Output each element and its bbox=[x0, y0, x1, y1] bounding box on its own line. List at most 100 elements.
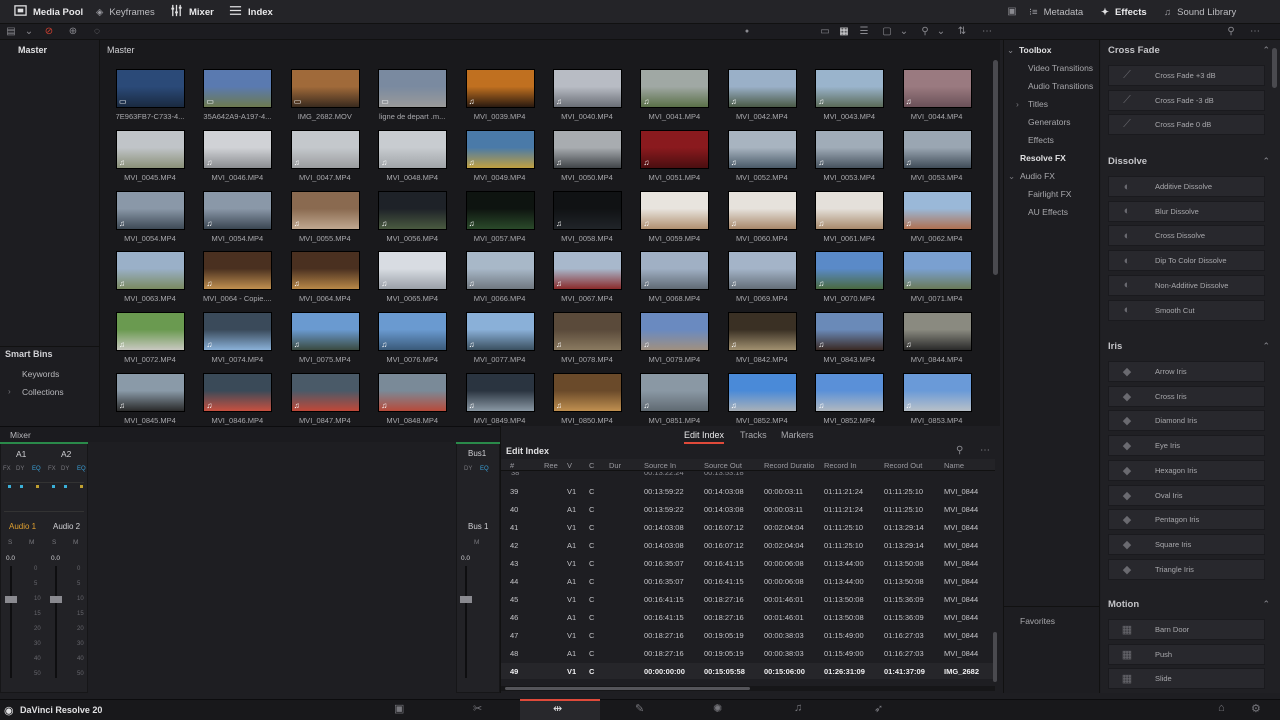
media-clip[interactable]: ♫ MVI_0039.MP4 bbox=[458, 69, 538, 127]
fx-section-header[interactable]: Cross Fade bbox=[1108, 45, 1160, 56]
fx-section-header[interactable]: Motion bbox=[1108, 599, 1139, 610]
sort-icon[interactable]: ⇅ bbox=[955, 25, 969, 39]
media-clip[interactable]: ♫ MVI_0849.MP4 bbox=[458, 373, 538, 431]
a2-fx-label[interactable]: FX bbox=[48, 466, 56, 472]
edit-index-more-icon[interactable]: ⋯ bbox=[980, 445, 990, 456]
media-clip[interactable]: ♫ MVI_0056.MP4 bbox=[370, 190, 450, 249]
media-clip[interactable]: ♫ MVI_0847.MP4 bbox=[283, 373, 363, 431]
list-view-icon[interactable]: ☰ bbox=[857, 25, 871, 39]
media-clip[interactable]: ♫ MVI_0070.MP4 bbox=[807, 251, 887, 309]
media-clip[interactable]: ♫ MVI_0064.MP4 bbox=[283, 251, 363, 309]
home-icon[interactable]: ⌂ bbox=[1218, 702, 1225, 714]
toolbox-chevron-icon[interactable]: ⌄ bbox=[1007, 45, 1014, 56]
media-clip[interactable]: ♫ MVI_0076.MP4 bbox=[370, 312, 450, 370]
page-media-icon[interactable]: ▣ bbox=[394, 702, 404, 715]
media-clip[interactable]: ♫ MVI_0065.MP4 bbox=[370, 251, 450, 309]
media-clip[interactable]: ♫ MVI_0055.MP4 bbox=[283, 190, 363, 249]
tab-markers[interactable]: Markers bbox=[781, 430, 814, 440]
collapse-chevron-icon[interactable]: ⌃ bbox=[1262, 599, 1270, 610]
edit-index-search-icon[interactable]: ⚲ bbox=[956, 445, 963, 456]
fx-item[interactable]: ◐ Cross Dissolve bbox=[1108, 225, 1265, 247]
column-header[interactable]: Record In bbox=[824, 461, 857, 470]
media-clip[interactable]: ▭ 7E963FB7-C733-4... bbox=[108, 69, 188, 127]
bus-mute-button[interactable]: M bbox=[474, 539, 479, 546]
column-header[interactable]: C bbox=[589, 461, 594, 470]
pan-controls[interactable] bbox=[4, 482, 84, 512]
column-header[interactable]: Record Duratio bbox=[764, 461, 814, 470]
filmstrip-view-icon[interactable]: ▭ bbox=[818, 25, 832, 39]
sound-library-button[interactable]: ♫ Sound Library bbox=[1164, 0, 1236, 24]
bus-fader-handle[interactable] bbox=[460, 596, 472, 603]
fx-item[interactable]: ▦ Barn Door bbox=[1108, 619, 1265, 640]
media-clip[interactable]: ♫ MVI_0053.MP4 bbox=[807, 129, 887, 188]
fx-item[interactable]: ▦ Slide bbox=[1108, 668, 1265, 690]
fx-section-header[interactable]: Dissolve bbox=[1108, 156, 1147, 167]
media-clip[interactable]: ♫ MVI_0045.MP4 bbox=[108, 129, 188, 188]
media-clip[interactable]: ▭ 35A642A9-A197-4... bbox=[195, 69, 275, 127]
sidebar-toggle-icon[interactable]: ▤ bbox=[4, 25, 18, 39]
media-clip[interactable]: ♫ MVI_0072.MP4 bbox=[108, 312, 188, 370]
media-clip[interactable]: ♫ MVI_0074.MP4 bbox=[195, 312, 275, 370]
fx-item[interactable]: ◐ Smooth Cut bbox=[1108, 299, 1265, 321]
media-clip[interactable]: ♫ MVI_0044.MP4 bbox=[895, 69, 975, 127]
page-deliver-icon[interactable]: ➶ bbox=[874, 702, 883, 715]
audio2-track-name[interactable]: Audio 2 bbox=[53, 522, 80, 531]
bus1-name[interactable]: Bus 1 bbox=[468, 522, 488, 531]
media-clip[interactable]: ♫ MVI_0078.MP4 bbox=[545, 312, 625, 370]
media-clip[interactable]: ♫ MVI_0050.MP4 bbox=[545, 129, 625, 188]
media-pool-button[interactable]: Media Pool bbox=[14, 0, 83, 24]
column-header[interactable]: Dur bbox=[609, 461, 621, 470]
fx-item[interactable]: ◆ Cross Iris bbox=[1108, 385, 1265, 407]
collections-bin[interactable]: Collections bbox=[22, 387, 64, 397]
fx-item[interactable]: ◆ Arrow Iris bbox=[1108, 361, 1265, 382]
media-clip[interactable]: ♫ MVI_0064 - Copie.... bbox=[195, 251, 275, 309]
fx-item[interactable]: ◆ Pentagon Iris bbox=[1108, 509, 1265, 531]
toolbox-audio-fx[interactable]: Audio FX bbox=[1020, 171, 1055, 181]
column-header[interactable]: Ree bbox=[544, 461, 558, 470]
toolbox-video-transitions[interactable]: Video Transitions bbox=[1028, 63, 1093, 73]
effects-button[interactable]: ✦ Effects bbox=[1101, 0, 1147, 24]
search-icon[interactable]: ⚲ bbox=[918, 25, 932, 39]
column-header[interactable]: Source In bbox=[644, 461, 676, 470]
collapse-chevron-icon[interactable]: ⌃ bbox=[1262, 156, 1270, 167]
media-clip[interactable]: ▭ IMG_2682.MOV bbox=[283, 69, 363, 127]
page-fairlight-icon[interactable]: ♫ bbox=[794, 702, 802, 714]
search-chevron-icon[interactable]: ⌄ bbox=[934, 25, 948, 39]
fx-item[interactable]: ◐ Non-Additive Dissolve bbox=[1108, 274, 1265, 296]
bus-eq-label[interactable]: EQ bbox=[480, 466, 489, 472]
link-icon[interactable]: ⊕ bbox=[66, 25, 80, 39]
toolbox-header[interactable]: Toolbox bbox=[1019, 45, 1051, 55]
media-pool-scrollbar[interactable] bbox=[993, 60, 998, 275]
media-clip[interactable]: ♫ MVI_0846.MP4 bbox=[195, 373, 275, 431]
media-clip[interactable]: ♫ MVI_0040.MP4 bbox=[545, 69, 625, 127]
column-header[interactable]: Source Out bbox=[704, 461, 742, 470]
view-chevron-icon[interactable]: ⌄ bbox=[897, 25, 911, 39]
media-clip[interactable]: ♫ MVI_0845.MP4 bbox=[108, 373, 188, 431]
column-header[interactable]: Name bbox=[944, 461, 964, 470]
page-edit-icon[interactable]: ⇹ bbox=[553, 702, 562, 715]
column-header[interactable]: # bbox=[510, 461, 514, 470]
media-clip[interactable]: ♫ MVI_0062.MP4 bbox=[895, 190, 975, 249]
media-clip[interactable]: ♫ MVI_0853.MP4 bbox=[895, 373, 975, 431]
fx-item[interactable]: ◐ Blur Dissolve bbox=[1108, 200, 1265, 222]
a1-eq-label[interactable]: EQ bbox=[32, 466, 41, 472]
media-clip[interactable]: ♫ MVI_0843.MP4 bbox=[807, 312, 887, 370]
titles-chevron-icon[interactable]: › bbox=[1016, 99, 1019, 109]
toolbox-resolve-fx[interactable]: Resolve FX bbox=[1020, 153, 1066, 163]
media-clip[interactable]: ♫ MVI_0046.MP4 bbox=[195, 129, 275, 188]
media-clip[interactable]: ♫ MVI_0844.MP4 bbox=[895, 312, 975, 370]
toolbox-fairlight-fx[interactable]: Fairlight FX bbox=[1028, 189, 1071, 199]
fx-section-header[interactable]: Iris bbox=[1108, 341, 1122, 352]
media-clip[interactable]: ♫ MVI_0061.MP4 bbox=[807, 190, 887, 249]
toolbox-audio-transitions[interactable]: Audio Transitions bbox=[1028, 81, 1093, 91]
media-clip[interactable]: ♫ MVI_0060.MP4 bbox=[720, 190, 800, 249]
more-options-icon[interactable]: ⋯ bbox=[980, 25, 994, 39]
a1-fader-handle[interactable] bbox=[5, 596, 17, 603]
fx-item[interactable]: ◆ Diamond Iris bbox=[1108, 410, 1265, 432]
media-clip[interactable]: ♫ MVI_0049.MP4 bbox=[458, 129, 538, 188]
media-clip[interactable]: ♫ MVI_0051.MP4 bbox=[632, 129, 712, 188]
fx-item[interactable]: ◐ Additive Dissolve bbox=[1108, 176, 1265, 197]
media-clip[interactable]: ♫ MVI_0043.MP4 bbox=[807, 69, 887, 127]
toolbox-au-effects[interactable]: AU Effects bbox=[1028, 207, 1068, 217]
fx-item[interactable]: ◆ Triangle Iris bbox=[1108, 558, 1265, 580]
